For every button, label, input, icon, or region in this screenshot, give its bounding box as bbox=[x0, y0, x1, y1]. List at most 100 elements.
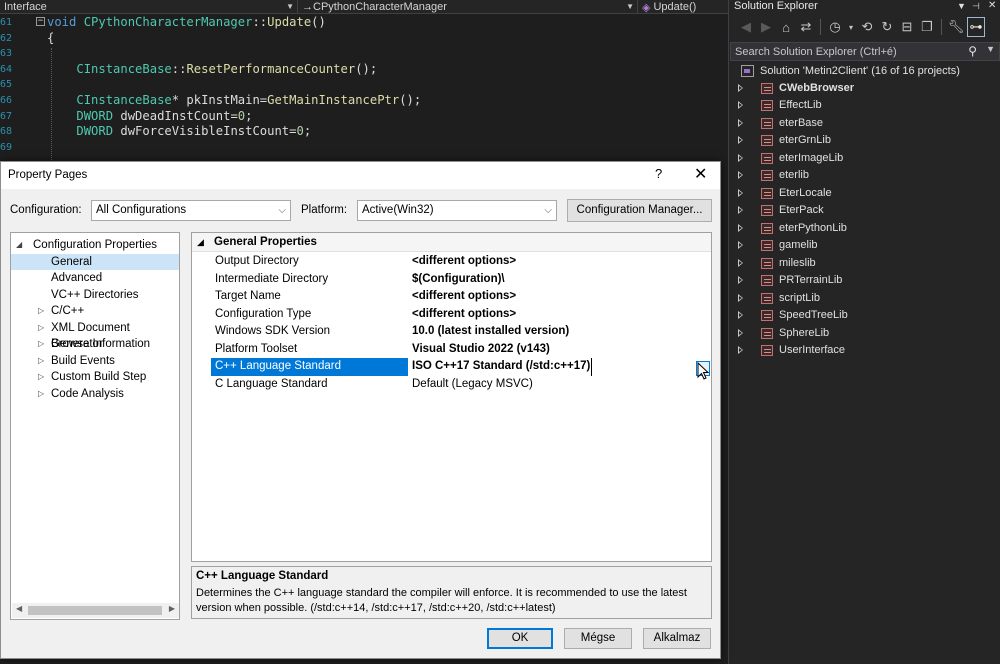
tree-item[interactable]: ▷ XML Document Generator bbox=[11, 320, 179, 351]
configuration-dropdown[interactable]: All Configurations ⌵ bbox=[91, 200, 291, 221]
fold-toggle-icon[interactable]: − bbox=[36, 17, 45, 26]
code-line[interactable]: 64 CInstanceBase::ResetPerformanceCounte… bbox=[0, 62, 728, 78]
project-node[interactable]: CWebBrowser bbox=[729, 80, 1000, 98]
expand-arrow-icon[interactable] bbox=[738, 188, 743, 197]
property-value[interactable]: <different options> bbox=[412, 306, 516, 324]
expand-arrow-icon[interactable] bbox=[738, 346, 743, 354]
method-dropdown[interactable]: ◈ Update() bbox=[638, 0, 728, 14]
sync-icon[interactable]: ⟲ bbox=[858, 17, 876, 37]
refresh-icon[interactable]: ↻ bbox=[878, 17, 896, 37]
code-line[interactable]: 62 { bbox=[0, 31, 728, 47]
property-value[interactable]: Default (Legacy MSVC) bbox=[412, 376, 533, 394]
configuration-manager-button[interactable]: Configuration Manager... bbox=[567, 199, 712, 222]
project-node[interactable]: EterPack bbox=[729, 202, 1000, 220]
scroll-right-icon[interactable]: ▶ bbox=[169, 604, 175, 613]
apply-button[interactable]: Alkalmaz bbox=[643, 628, 711, 649]
expand-arrow-icon[interactable] bbox=[738, 241, 743, 249]
property-category-header[interactable]: ◢ General Properties bbox=[192, 233, 711, 252]
tree-item[interactable]: General bbox=[11, 253, 179, 270]
code-line[interactable]: 63 bbox=[0, 46, 728, 62]
project-node[interactable]: eterBase bbox=[729, 115, 1000, 133]
code-line[interactable]: 67 DWORD dwDeadInstCount=0; bbox=[0, 109, 728, 125]
project-node[interactable]: gamelib bbox=[729, 237, 1000, 255]
property-value[interactable]: 10.0 (latest installed version) bbox=[412, 323, 569, 341]
project-node[interactable]: SpeedTreeLib bbox=[729, 307, 1000, 325]
project-dropdown[interactable]: Interface ▼ bbox=[0, 0, 298, 14]
tree-item[interactable]: ▷ Custom Build Step bbox=[11, 369, 179, 386]
collapse-all-icon[interactable]: ⊟ bbox=[898, 17, 916, 37]
properties-wrench-icon[interactable]: 🔧︎ bbox=[947, 17, 965, 37]
code-area[interactable]: 61 − void CPythonCharacterManager::Update(… bbox=[0, 15, 728, 155]
horizontal-scrollbar[interactable]: ◀ ▶ bbox=[12, 603, 179, 618]
property-row[interactable]: Configuration Type <different options> bbox=[192, 306, 711, 324]
property-row[interactable]: C++ Language Standard ISO C++17 Standard … bbox=[192, 358, 711, 376]
solution-explorer-search-input[interactable]: Search Solution Explorer (Ctrl+é) ⚲ ▼ bbox=[730, 42, 1000, 61]
tree-item[interactable]: ◢ Configuration Properties bbox=[11, 237, 179, 254]
tree-expander-icon[interactable]: ▷ bbox=[38, 303, 44, 320]
property-value[interactable]: $(Configuration)\ bbox=[412, 271, 505, 289]
project-node[interactable]: eterGrnLib bbox=[729, 132, 1000, 150]
expand-arrow-icon[interactable] bbox=[738, 136, 743, 144]
property-row[interactable]: Target Name <different options> bbox=[192, 288, 711, 306]
tree-expander-icon[interactable]: ▷ bbox=[38, 386, 44, 403]
expand-arrow-icon[interactable] bbox=[738, 223, 743, 232]
cancel-button[interactable]: Mégse bbox=[564, 628, 632, 649]
tree-expander-icon[interactable]: ◢ bbox=[16, 237, 22, 254]
project-node[interactable]: scriptLib bbox=[729, 290, 1000, 308]
project-node[interactable]: eterPythonLib bbox=[729, 220, 1000, 238]
expand-arrow-icon[interactable] bbox=[738, 118, 743, 127]
tree-item[interactable]: ▷ Code Analysis bbox=[11, 386, 179, 403]
help-button[interactable]: ? bbox=[655, 166, 662, 181]
project-node[interactable]: mileslib bbox=[729, 255, 1000, 273]
pin-icon[interactable]: ⊣ bbox=[972, 0, 980, 12]
show-all-files-icon[interactable]: ❐ bbox=[918, 17, 936, 37]
forward-icon[interactable]: ▶ bbox=[757, 17, 775, 37]
property-value[interactable]: Visual Studio 2022 (v143) bbox=[412, 341, 550, 359]
tree-expander-icon[interactable]: ▷ bbox=[38, 336, 44, 353]
tree-item[interactable]: VC++ Directories bbox=[11, 287, 179, 304]
tree-item[interactable]: ▷ Browse Information bbox=[11, 336, 179, 353]
project-node[interactable]: SphereLib bbox=[729, 325, 1000, 343]
tree-item[interactable]: ▷ C/C++ bbox=[11, 303, 179, 320]
preview-selected-icon[interactable]: ⊶ bbox=[967, 17, 985, 37]
ok-button[interactable]: OK bbox=[487, 628, 553, 649]
tree-item[interactable]: ▷ Build Events bbox=[11, 353, 179, 370]
class-dropdown[interactable]: →CPythonCharacterManager ▼ bbox=[298, 0, 638, 14]
tree-expander-icon[interactable]: ▷ bbox=[38, 369, 44, 386]
chevron-down-icon[interactable]: ▼ bbox=[986, 44, 995, 54]
property-value[interactable]: <different options> bbox=[412, 288, 516, 306]
project-node[interactable]: eterImageLib bbox=[729, 150, 1000, 168]
expand-arrow-icon[interactable] bbox=[738, 311, 743, 319]
window-position-icon[interactable]: ▼ bbox=[957, 0, 966, 12]
code-line[interactable]: 61 − void CPythonCharacterManager::Update(… bbox=[0, 15, 728, 31]
code-line[interactable]: 69 bbox=[0, 140, 728, 156]
tree-expander-icon[interactable]: ▷ bbox=[38, 353, 44, 370]
expand-arrow-icon[interactable] bbox=[738, 153, 743, 162]
property-row[interactable]: Intermediate Directory $(Configuration)\ bbox=[192, 271, 711, 289]
expand-arrow-icon[interactable] bbox=[738, 328, 743, 337]
platform-dropdown[interactable]: Active(Win32) ⌵ bbox=[357, 200, 557, 221]
switch-views-icon[interactable]: ⇄ bbox=[797, 17, 815, 37]
back-icon[interactable]: ◀ bbox=[737, 17, 755, 37]
property-row[interactable]: Output Directory <different options> bbox=[192, 253, 711, 271]
home-icon[interactable]: ⌂ bbox=[777, 17, 795, 37]
project-node[interactable]: EterLocale bbox=[729, 185, 1000, 203]
expand-arrow-icon[interactable] bbox=[738, 258, 743, 267]
property-value[interactable]: <different options> bbox=[412, 253, 516, 271]
expand-arrow-icon[interactable] bbox=[738, 171, 743, 179]
expand-arrow-icon[interactable] bbox=[738, 276, 743, 284]
property-row[interactable]: C Language Standard Default (Legacy MSVC) bbox=[192, 376, 711, 394]
expand-arrow-icon[interactable] bbox=[738, 83, 743, 92]
pending-changes-icon[interactable]: ◷ bbox=[826, 17, 844, 37]
expand-arrow-icon[interactable] bbox=[738, 206, 743, 214]
expand-arrow-icon[interactable] bbox=[738, 293, 743, 302]
scroll-left-icon[interactable]: ◀ bbox=[16, 604, 22, 613]
code-line[interactable]: 68 DWORD dwForceVisibleInstCount=0; bbox=[0, 124, 728, 140]
expand-arrow-icon[interactable] bbox=[738, 101, 743, 109]
close-button[interactable]: ✕ bbox=[694, 164, 707, 184]
scrollbar-thumb[interactable] bbox=[28, 606, 162, 615]
code-line[interactable]: 65 bbox=[0, 77, 728, 93]
solution-node[interactable]: Solution 'Metin2Client' (16 of 16 projec… bbox=[729, 62, 1000, 80]
tree-item[interactable]: Advanced bbox=[11, 270, 179, 287]
property-row[interactable]: Windows SDK Version 10.0 (latest installe… bbox=[192, 323, 711, 341]
